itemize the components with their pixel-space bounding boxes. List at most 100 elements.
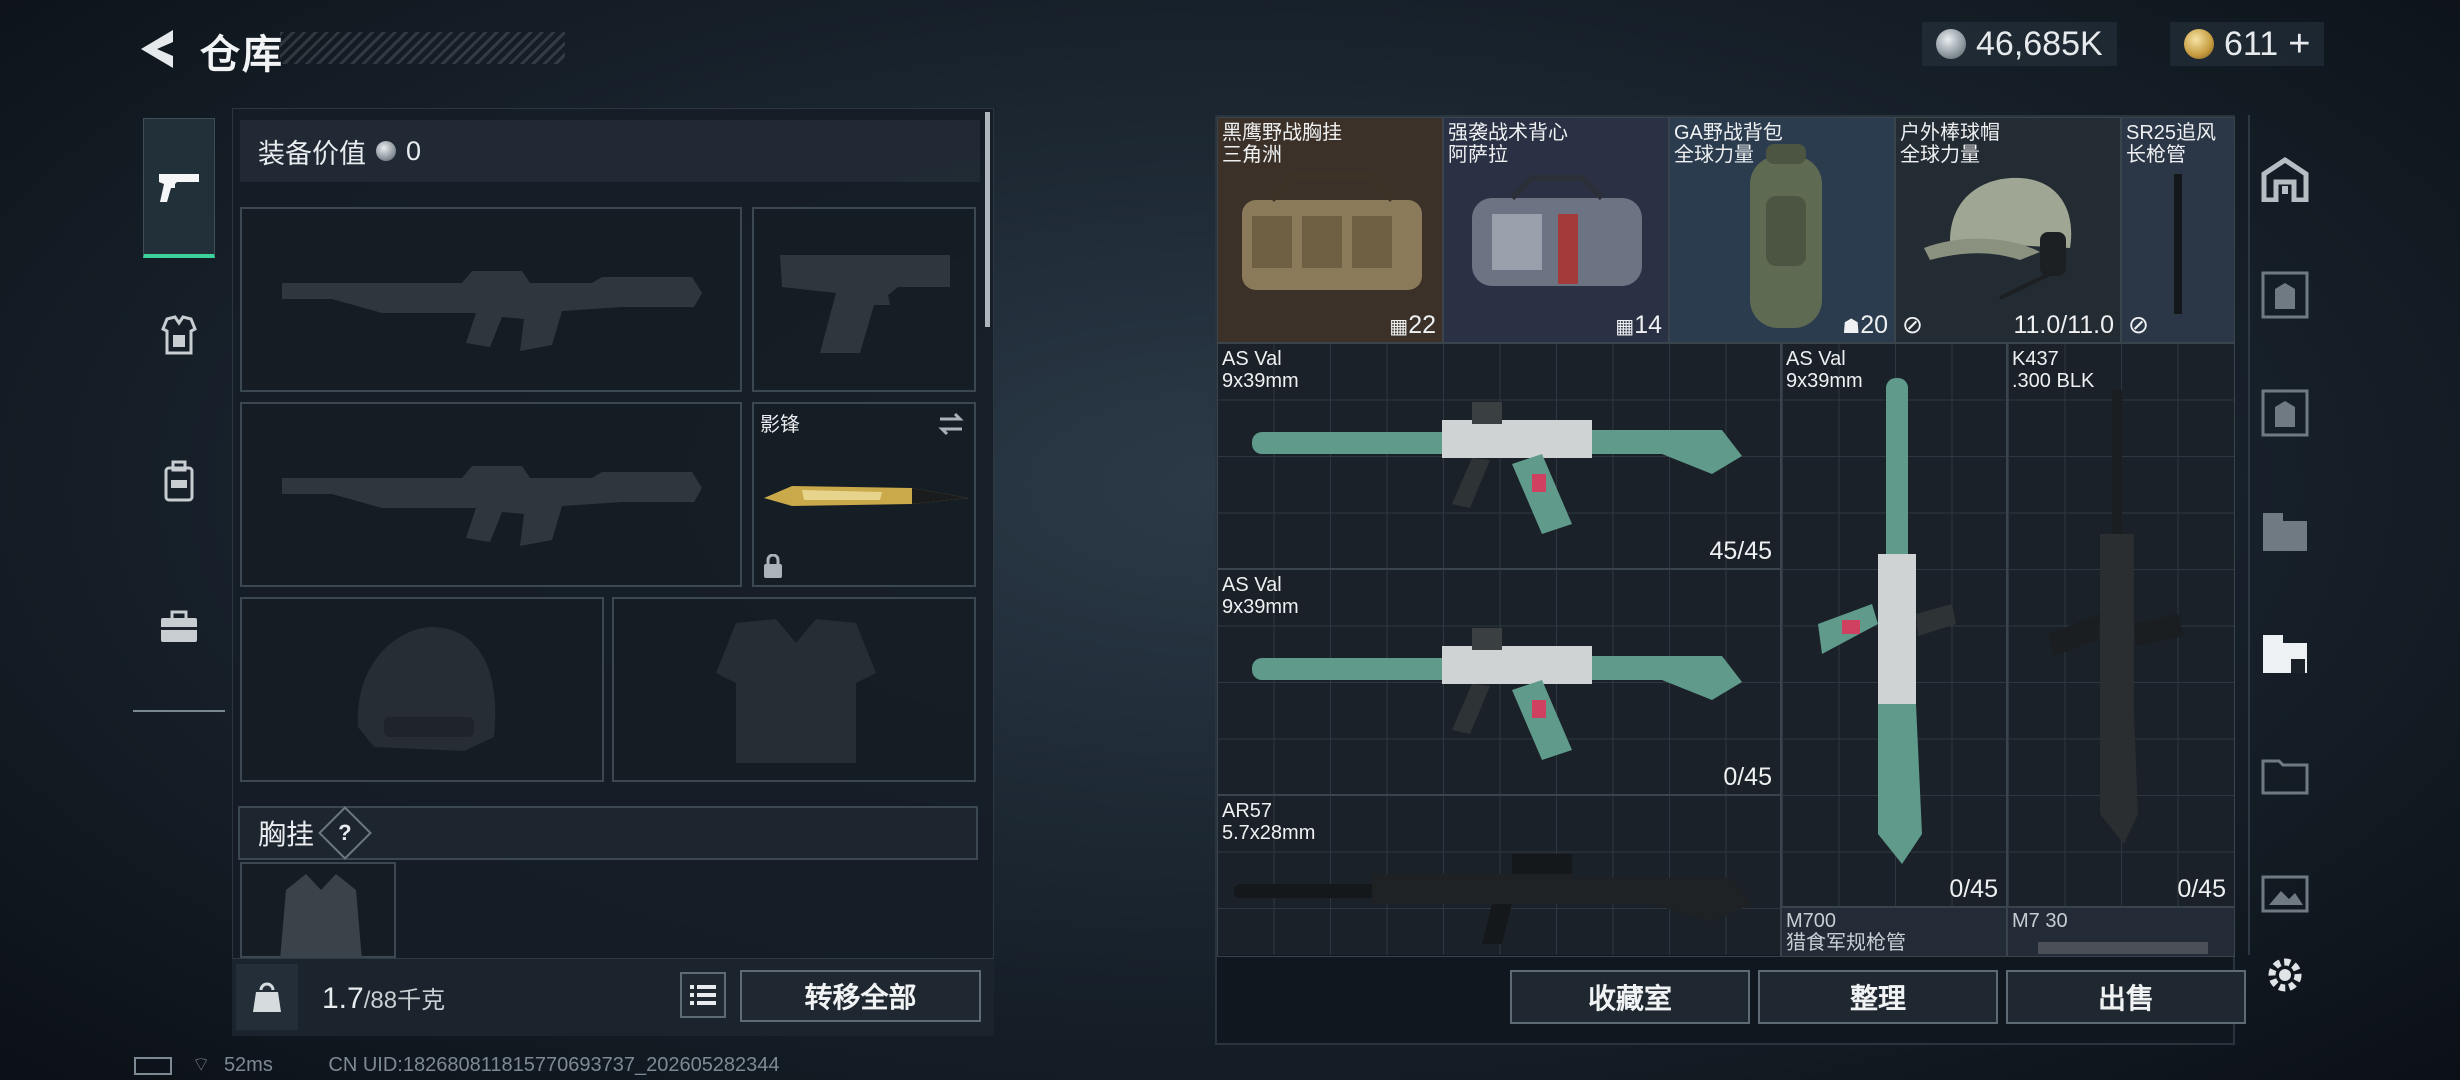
lock-icon (764, 554, 782, 578)
collection-room-button[interactable]: 收藏室 (1510, 970, 1750, 1024)
stash-item[interactable]: M7 30 (2007, 907, 2235, 957)
sell-button[interactable]: 出售 (2006, 970, 2246, 1024)
loadout-scrollbar[interactable] (985, 112, 990, 327)
ammo-count: 0/45 (1723, 763, 1772, 791)
capacity-icon: ▦ (1615, 316, 1635, 338)
stash-tab-image-5[interactable] (2252, 860, 2318, 926)
item-label: 户外棒球帽 全球力量 (1900, 122, 2000, 166)
stash-item[interactable]: AR57 5.7x28mm (1217, 795, 1781, 957)
equipment-value: 0 (406, 135, 422, 166)
stash-tab-armor-4[interactable] (2252, 380, 2318, 446)
currency-main: 46,685K (1922, 22, 2117, 66)
stash-item[interactable]: AS Val 9x39mm 0/45 (1781, 343, 2007, 907)
rail-item-backpack[interactable] (143, 436, 215, 526)
equipment-value-label: 装备价值 (258, 138, 366, 169)
melee-slot[interactable]: 影锋 (752, 402, 976, 587)
body-armor-slot[interactable] (612, 597, 976, 782)
asval-rifle-vertical-icon (1818, 378, 1956, 864)
weight-icon (253, 982, 281, 1012)
stash-item[interactable]: 强袭战术背心 阿萨拉 ▦14 (1443, 117, 1669, 343)
transfer-all-button[interactable]: 转移全部 (740, 970, 981, 1022)
list-icon (690, 985, 716, 1005)
item-durability: 11.0/11.0 (2013, 311, 2114, 339)
chest-rig-header: 胸挂 ? (238, 806, 978, 860)
container-tier-active-icon (2263, 635, 2307, 673)
title-decoration (280, 32, 565, 64)
primary-weapon-slot[interactable] (240, 207, 742, 392)
stash-item[interactable]: AS Val 9x39mm 0/45 (1217, 569, 1781, 795)
chest-rig-silhouette-icon (280, 874, 362, 960)
stash-item[interactable]: SR25追风 长枪管 ⊘ (2121, 117, 2235, 343)
asval-rifle-icon (1252, 402, 1742, 534)
back-arrow-icon (141, 30, 173, 68)
helmet-slot[interactable] (240, 597, 604, 782)
swap-icon[interactable] (936, 412, 966, 436)
currency-premium[interactable]: 611 + (2170, 22, 2325, 66)
battery-icon (134, 1056, 172, 1075)
item-label: AR57 5.7x28mm (1222, 800, 1316, 844)
armor-tier-icon (2261, 389, 2309, 437)
second-primary-slot[interactable] (240, 402, 742, 587)
rail-item-case[interactable] (143, 582, 215, 672)
stash-item[interactable]: AS Val 9x39mm 45/45 (1217, 343, 1781, 569)
melee-name: 影锋 (760, 414, 800, 436)
secondary-weapon-slot[interactable] (752, 207, 976, 392)
help-icon[interactable]: ? (318, 806, 372, 860)
organize-button[interactable]: 整理 (1758, 970, 1998, 1024)
item-label: M700 猎食军规枪管 (1786, 910, 1906, 954)
chest-rig-label: 胸挂 (258, 819, 315, 850)
armor-tier-icon (2261, 271, 2309, 319)
durability-icon: ⊘ (1902, 311, 1923, 339)
ping-value: 52ms (223, 1054, 273, 1076)
vest-silhouette-icon (716, 619, 876, 763)
wifi-icon: ⌔ (191, 1054, 211, 1076)
item-label: SR25追风 长枪管 (2126, 122, 2217, 166)
container-tier-icon (2263, 513, 2307, 551)
vest-item-icon (1472, 175, 1642, 286)
stash-item[interactable]: K437.300 BLK 0/45 (2007, 343, 2235, 907)
page-title: 仓库 (200, 33, 284, 77)
rail-item-weapons[interactable] (143, 118, 215, 258)
backpack-icon (164, 460, 194, 502)
item-label: 黑鹰野战胸挂 三角洲 (1222, 122, 1342, 166)
stash-item[interactable]: 黑鹰野战胸挂 三角洲 ▦22 (1217, 117, 1443, 343)
settings-button[interactable] (2252, 942, 2318, 1008)
stash-tab-all[interactable] (2252, 146, 2318, 212)
durability-icon: ⊘ (2128, 311, 2149, 339)
item-count: ▦14 (1615, 311, 1662, 339)
asval-rifle-icon (1252, 628, 1742, 760)
equipment-value-bar: 装备价值 0 (240, 120, 980, 182)
stash-item[interactable]: M700 猎食军规枪管 (1781, 907, 2007, 957)
stash-item[interactable]: GA野战背包 全球力量 ☗20 (1669, 117, 1895, 343)
stash-tab-folder-4[interactable] (2252, 742, 2318, 808)
item-label: 强袭战术背心 阿萨拉 (1448, 122, 1568, 166)
ammo-count: 0/45 (1949, 875, 1998, 903)
small-coin-icon (376, 141, 396, 161)
gold-coin-icon (2184, 29, 2214, 59)
stash-item[interactable]: 户外棒球帽 全球力量 ⊘ 11.0/11.0 (1895, 117, 2121, 343)
stash-tab-armor-6[interactable] (2252, 262, 2318, 328)
warehouse-icon (2261, 156, 2309, 202)
item-count: ▦22 (1389, 311, 1436, 339)
capacity-icon: ▦ (1389, 316, 1409, 338)
item-label: M7 30 (2012, 910, 2068, 932)
armor-vest-icon (161, 315, 197, 355)
weight-readout: 1.7/88千克 (322, 980, 445, 1016)
stash-tab-backpack-4[interactable] (2252, 622, 2318, 688)
back-button[interactable] (135, 26, 177, 72)
pistol-silhouette-icon (780, 255, 950, 353)
chest-rig-slot[interactable] (240, 862, 396, 960)
ar57-rifle-icon (1234, 854, 1752, 944)
weight-current: 1.7 (322, 982, 364, 1015)
magazine-item-icon (2038, 942, 2208, 954)
weight-badge (236, 964, 298, 1030)
rail-item-armor[interactable] (143, 290, 215, 380)
add-currency-icon[interactable]: + (2288, 23, 2310, 66)
list-view-button[interactable] (680, 972, 726, 1018)
item-count: ☗20 (1842, 311, 1888, 339)
gear-icon (2268, 958, 2302, 992)
chest-rig-item-icon (1242, 173, 1422, 290)
status-footer: ⌔ 52ms CN UID:1826808118157706937​37_202… (134, 1052, 780, 1077)
stash-tab-backpack-6[interactable] (2252, 500, 2318, 566)
helmet-silhouette-icon (357, 626, 496, 751)
